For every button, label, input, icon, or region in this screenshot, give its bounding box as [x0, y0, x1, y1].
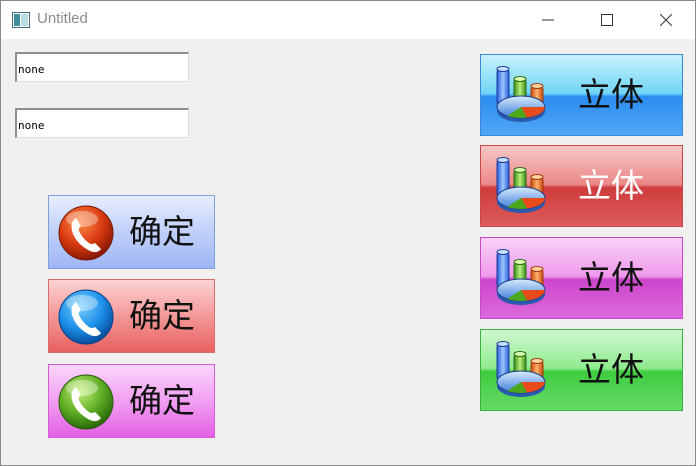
- close-button[interactable]: [643, 1, 689, 39]
- minimize-button[interactable]: [525, 1, 571, 39]
- phone-icon: [58, 205, 114, 261]
- 3d-button-4[interactable]: 立体: [480, 329, 683, 411]
- maximize-button[interactable]: [584, 1, 630, 39]
- confirm-button-label: 确定: [129, 381, 195, 420]
- confirm-button-3[interactable]: 确定: [48, 364, 215, 438]
- 3d-button-3[interactable]: 立体: [480, 237, 683, 319]
- 3d-button-2[interactable]: 立体: [480, 145, 683, 227]
- 3d-chart-icon: [496, 66, 546, 122]
- phone-icon: [58, 374, 114, 430]
- window-title: Untitled: [37, 10, 88, 27]
- 3d-button-label: 立体: [578, 350, 644, 389]
- app-window-icon: [12, 12, 30, 28]
- title-bar: Untitled: [1, 1, 695, 39]
- confirm-button-label: 确定: [129, 296, 195, 335]
- confirm-button-1[interactable]: 确定: [48, 195, 215, 269]
- text-input-1[interactable]: [15, 52, 189, 82]
- 3d-button-1[interactable]: 立体: [480, 54, 683, 136]
- phone-icon: [58, 289, 114, 345]
- 3d-button-label: 立体: [578, 258, 644, 297]
- app-window: Untitled 确定: [0, 0, 696, 466]
- text-input-2[interactable]: [15, 108, 189, 138]
- 3d-chart-icon: [496, 341, 546, 397]
- 3d-chart-icon: [496, 157, 546, 213]
- confirm-button-2[interactable]: 确定: [48, 279, 215, 353]
- 3d-button-label: 立体: [578, 166, 644, 205]
- close-icon: [660, 14, 672, 26]
- confirm-button-label: 确定: [129, 212, 195, 251]
- minimize-icon: [542, 19, 554, 21]
- 3d-chart-icon: [496, 249, 546, 305]
- 3d-button-label: 立体: [578, 75, 644, 114]
- maximize-icon: [601, 14, 613, 26]
